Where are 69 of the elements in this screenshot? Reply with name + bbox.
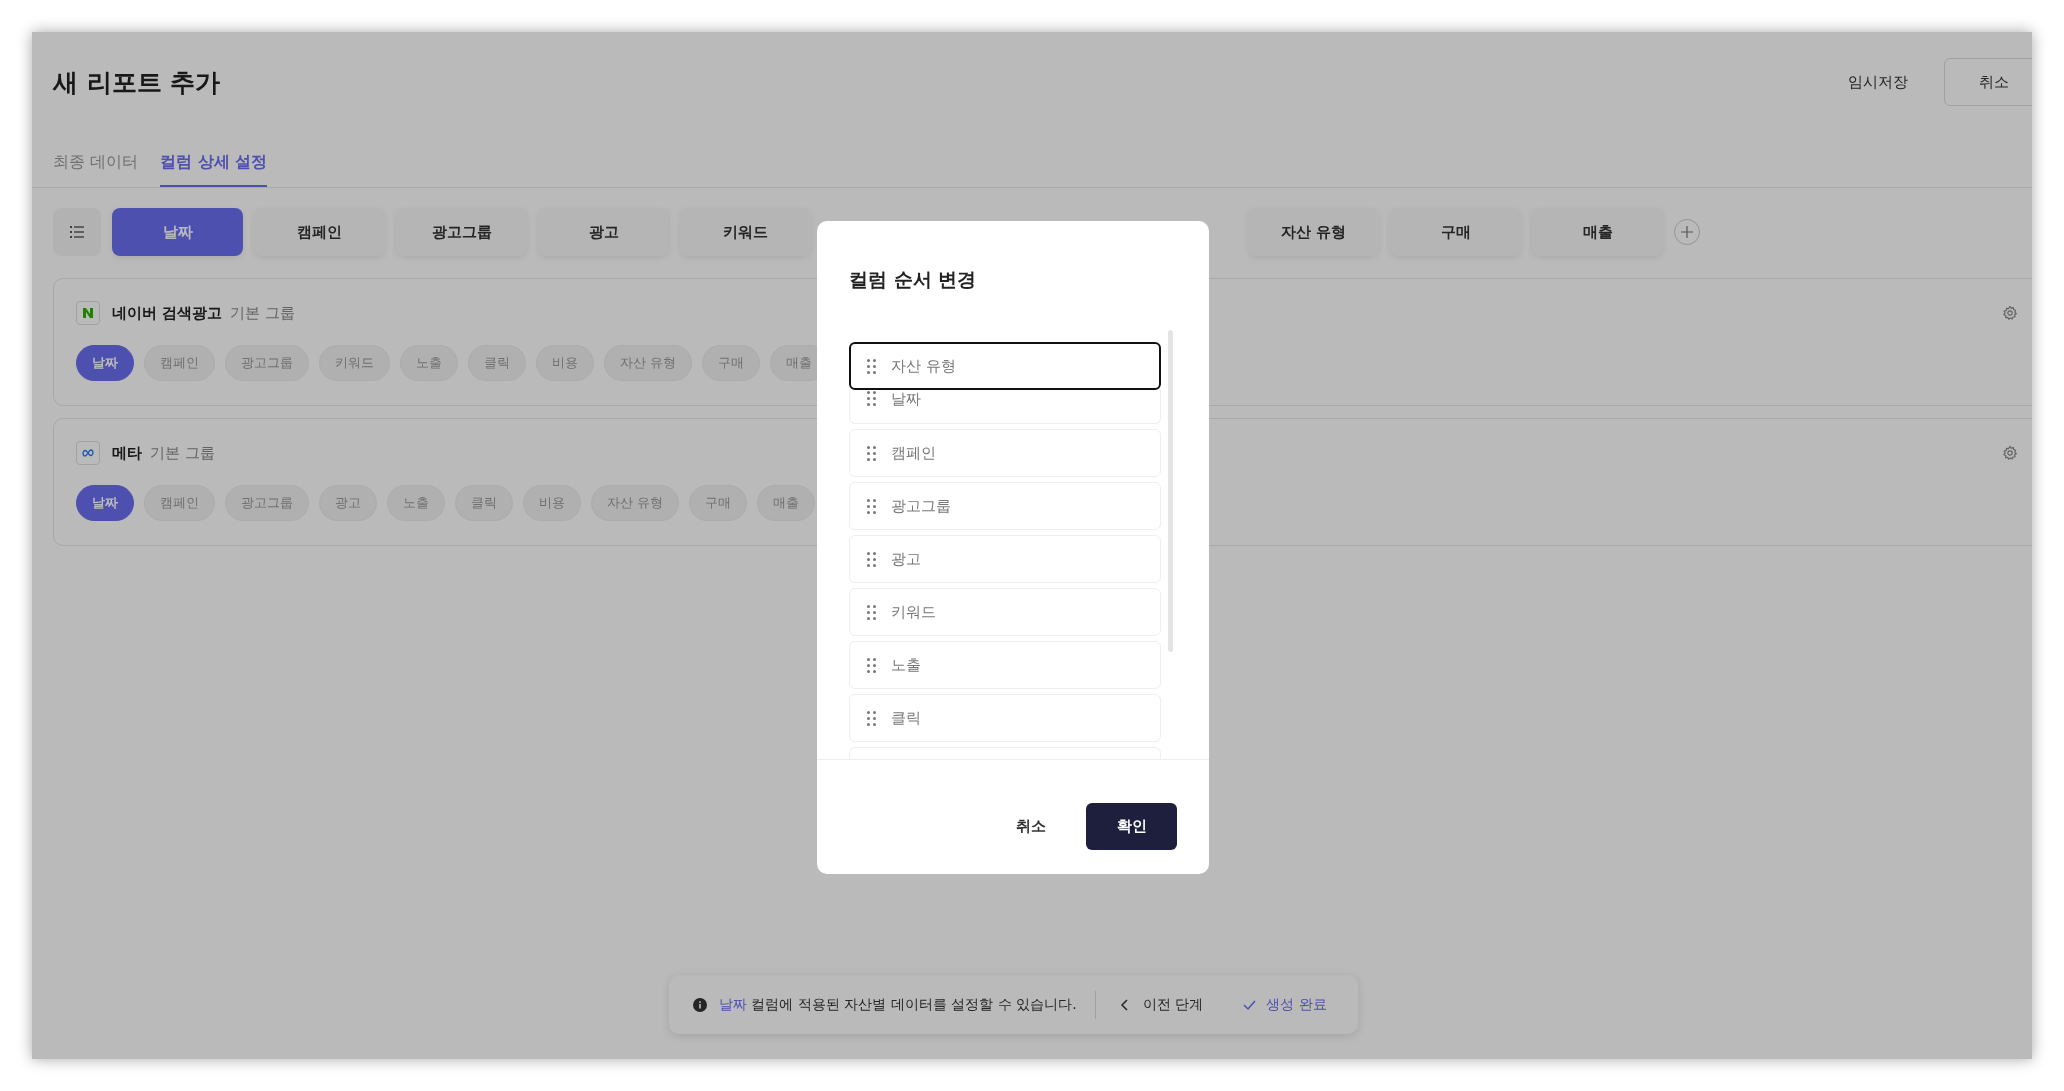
- confirm-button[interactable]: 확인: [1086, 803, 1177, 850]
- info-icon: [693, 997, 707, 1012]
- settings-icon: [2002, 445, 2018, 461]
- drag-handle-icon: [867, 445, 876, 461]
- plus-icon: [1681, 226, 1693, 238]
- column-chip[interactable]: 노출: [387, 485, 445, 521]
- column-chip[interactable]: 캠페인: [144, 485, 215, 521]
- logo-icon: [82, 447, 94, 459]
- column-chip[interactable]: 구매: [702, 345, 761, 381]
- list-item[interactable]: 날짜: [849, 390, 1161, 424]
- column-chip[interactable]: 클릭: [468, 345, 526, 381]
- drag-handle-icon: [867, 498, 876, 514]
- list-item[interactable]: 광고: [849, 535, 1161, 583]
- column-tab[interactable]: 매출: [1532, 208, 1663, 256]
- drag-handle-icon: [867, 604, 876, 620]
- drag-handle-icon: [867, 358, 876, 374]
- column-chip[interactable]: 비용: [523, 485, 581, 521]
- group-name: 메타: [112, 443, 142, 463]
- column-tab[interactable]: 광고: [538, 208, 669, 256]
- list-icon: [70, 226, 84, 238]
- group-subtitle: 기본 그룹: [230, 303, 295, 323]
- column-chip[interactable]: 클릭: [455, 485, 513, 521]
- scrollbar[interactable]: [1168, 330, 1173, 652]
- column-chip[interactable]: 날짜: [76, 485, 134, 521]
- group-name: 네이버 검색광고: [112, 303, 223, 323]
- drag-handle-icon: [867, 551, 876, 567]
- drag-handle-icon: [867, 391, 876, 406]
- column-chip[interactable]: 자산 유형: [604, 345, 693, 381]
- complete-button[interactable]: 생성 완료: [1243, 995, 1327, 1014]
- column-tab[interactable]: 구매: [1390, 208, 1521, 256]
- column-tab[interactable]: 날짜: [112, 208, 243, 256]
- column-chip[interactable]: 구매: [689, 485, 748, 521]
- cancel-button[interactable]: 취소: [1944, 58, 2032, 106]
- column-chip[interactable]: 자산 유형: [591, 485, 680, 521]
- group-subtitle: 기본 그룹: [150, 443, 215, 463]
- logo-icon: [82, 307, 94, 319]
- column-chip[interactable]: 키워드: [319, 345, 390, 381]
- column-tab[interactable]: 자산 유형: [1248, 208, 1379, 256]
- settings-icon: [2002, 305, 2018, 321]
- column-chip[interactable]: 캠페인: [144, 345, 215, 381]
- column-tab[interactable]: 광고그룹: [396, 208, 527, 256]
- check-icon: [1243, 998, 1257, 1011]
- column-chip[interactable]: 비용: [536, 345, 594, 381]
- column-chip[interactable]: 매출: [757, 485, 816, 521]
- dialog-title: 컬럼 순서 변경: [848, 267, 978, 292]
- column-tab[interactable]: 키워드: [680, 208, 811, 256]
- column-chip[interactable]: 광고: [319, 485, 377, 521]
- list-item[interactable]: 광고그룹: [849, 482, 1161, 530]
- list-button[interactable]: [53, 208, 101, 256]
- cancel-button[interactable]: 취소: [1004, 803, 1058, 850]
- list-item[interactable]: 키워드: [849, 588, 1161, 636]
- page-title: 새 리포트 추가: [53, 66, 221, 99]
- column-chip[interactable]: 노출: [400, 345, 458, 381]
- list-item[interactable]: 노출: [849, 641, 1161, 689]
- column-chip[interactable]: 날짜: [76, 345, 134, 381]
- save-draft-button[interactable]: 임시저장: [1826, 58, 1930, 106]
- column-chip[interactable]: 광고그룹: [225, 345, 309, 381]
- column-tab[interactable]: 캠페인: [254, 208, 385, 256]
- list-item[interactable]: 클릭: [849, 694, 1161, 742]
- tab[interactable]: 컬럼 상세 설정: [160, 152, 268, 187]
- list-item[interactable]: 캠페인: [849, 429, 1161, 477]
- drag-handle-icon: [867, 657, 876, 673]
- column-chip[interactable]: 광고그룹: [225, 485, 309, 521]
- info-message: 날짜 컬럼에 적용된 자산별 데이터를 설정할 수 있습니다.: [719, 995, 1077, 1014]
- tab[interactable]: 최종 데이터: [53, 152, 139, 187]
- drag-handle-icon: [867, 710, 876, 726]
- add-button[interactable]: [1674, 219, 1700, 245]
- previous-step-button[interactable]: 이전 단계: [1119, 995, 1204, 1014]
- list-item[interactable]: 자산 유형: [849, 342, 1161, 390]
